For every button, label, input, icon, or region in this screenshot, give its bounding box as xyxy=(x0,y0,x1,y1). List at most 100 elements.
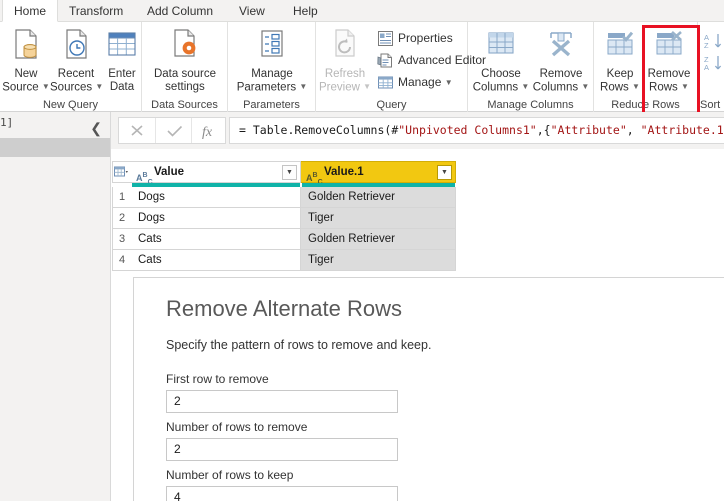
remove-rows-label-2: Rows xyxy=(649,80,678,93)
formula-arg-3: "Attribute.1" xyxy=(640,123,724,137)
properties-icon xyxy=(377,30,394,47)
tab-home-label: Home xyxy=(14,4,47,18)
group-label-query: Query xyxy=(376,99,407,111)
dialog-title: Remove Alternate Rows xyxy=(166,296,402,321)
chevron-down-icon[interactable]: ▼ xyxy=(681,81,689,94)
column-header-value1[interactable]: ABC Value.1 ▼ xyxy=(301,161,456,186)
remove-columns-button[interactable]: Remove Columns ▼ xyxy=(530,24,592,93)
manage-parameters-button[interactable]: Manage Parameters ▼ xyxy=(230,24,314,93)
tab-help[interactable]: Help xyxy=(282,0,329,22)
formula-input[interactable]: = Table.RemoveColumns(#"Unpivoted Column… xyxy=(229,117,724,144)
sort-descending-icon: Z A xyxy=(704,54,722,72)
row-number: 3 xyxy=(112,229,131,250)
properties-label: Properties xyxy=(398,31,453,45)
svg-text:Z: Z xyxy=(704,41,709,50)
first-row-to-remove-label: First row to remove xyxy=(166,372,269,386)
group-label-parameters: Parameters xyxy=(243,99,300,111)
group-label-manage-columns: Manage Columns xyxy=(487,99,574,111)
formula-arg-1: "Unpivoted Columns1" xyxy=(398,123,537,137)
keep-rows-button[interactable]: Keep Rows ▼ xyxy=(598,24,642,93)
choose-columns-label-2: Columns xyxy=(472,80,519,93)
number-of-rows-to-remove-input[interactable]: 2 xyxy=(166,438,398,461)
manage-parameters-label-2: Parameters xyxy=(236,80,297,93)
column-filter-dropdown-value[interactable]: ▼ xyxy=(282,165,297,180)
formula-prefix: = Table.RemoveColumns(# xyxy=(239,123,399,137)
remove-rows-icon xyxy=(642,27,696,66)
new-source-button[interactable]: New Source ▼ xyxy=(2,24,50,93)
cell-value1[interactable]: Tiger xyxy=(301,208,456,229)
enter-data-button[interactable]: Enter Data xyxy=(102,24,142,93)
ribbon-group-query: Refresh Preview ▼ Properties Advanced Ed… xyxy=(316,22,486,112)
keep-rows-label-1: Keep xyxy=(606,68,634,80)
queries-pane-selected-item[interactable] xyxy=(0,138,110,157)
chevron-down-icon[interactable]: ▼ xyxy=(42,81,50,94)
tab-home[interactable]: Home xyxy=(2,0,58,22)
group-label-reduce-rows: Reduce Rows xyxy=(611,99,680,111)
select-all-table-icon[interactable] xyxy=(112,161,131,183)
enter-data-label-2: Data xyxy=(109,80,135,93)
choose-columns-icon xyxy=(472,27,530,66)
column-filter-dropdown-value1[interactable]: ▼ xyxy=(437,165,452,180)
queries-pane: 1] ❮ xyxy=(0,112,111,501)
choose-columns-label-1: Choose xyxy=(481,68,521,80)
chevron-down-icon[interactable]: ▼ xyxy=(445,74,453,91)
recent-sources-button[interactable]: Recent Sources ▼ xyxy=(50,24,103,93)
properties-button[interactable]: Properties xyxy=(377,28,465,49)
chevron-down-icon[interactable]: ▼ xyxy=(632,81,640,94)
column-header-value[interactable]: ABC Value ▼ xyxy=(131,161,301,186)
new-source-icon xyxy=(2,27,50,66)
number-of-rows-to-keep-input[interactable]: 4 xyxy=(166,486,398,501)
chevron-down-icon[interactable]: ▼ xyxy=(363,81,371,94)
ribbon-group-manage-columns: Choose Columns ▼ Remove Columns ▼ Manage… xyxy=(468,22,594,112)
tab-view[interactable]: View xyxy=(228,0,276,22)
cell-value[interactable]: Dogs xyxy=(131,187,301,208)
cell-value[interactable]: Dogs xyxy=(131,208,301,229)
number-of-rows-to-keep-label: Number of rows to keep xyxy=(166,468,294,482)
recent-sources-label-2: Sources xyxy=(50,80,93,93)
choose-columns-button[interactable]: Choose Columns ▼ xyxy=(472,24,530,93)
cell-value[interactable]: Cats xyxy=(131,229,301,250)
formula-cancel-button[interactable] xyxy=(119,118,155,143)
manage-button[interactable]: Manage ▼ xyxy=(377,72,457,93)
remove-rows-button[interactable]: Remove Rows ▼ xyxy=(642,24,696,93)
abc-text-type-icon: ABC xyxy=(136,172,153,186)
advanced-editor-icon xyxy=(377,52,394,69)
refresh-preview-button[interactable]: Refresh Preview ▼ xyxy=(319,24,371,93)
column-header-value-label: Value xyxy=(154,166,185,178)
tab-help-label: Help xyxy=(293,4,318,18)
chevron-down-icon[interactable]: ▼ xyxy=(521,81,529,94)
tab-transform[interactable]: Transform xyxy=(58,0,134,22)
group-label-sort: Sort xyxy=(700,99,721,111)
svg-text:A: A xyxy=(704,63,709,72)
formula-fx-button[interactable]: fx xyxy=(191,118,227,143)
cell-value1[interactable]: Golden Retriever xyxy=(301,229,456,250)
data-source-settings-label-1: Data source xyxy=(153,68,216,80)
ribbon-tabstrip: Home Transform Add Column View Help xyxy=(0,0,724,22)
formula-accept-button[interactable] xyxy=(155,118,191,143)
ribbon-group-new-query: New Source ▼ Recent Sources ▼ Enter Data… xyxy=(0,22,142,112)
refresh-preview-icon xyxy=(319,27,371,66)
cell-value1[interactable]: Golden Retriever xyxy=(301,187,456,208)
tab-add-column[interactable]: Add Column xyxy=(136,0,224,22)
data-source-settings-button[interactable]: Data source settings xyxy=(145,24,225,93)
group-label-data-sources: Data Sources xyxy=(151,99,218,111)
new-source-label-2: Source xyxy=(2,80,39,93)
cell-value[interactable]: Cats xyxy=(131,250,301,271)
chevron-down-icon[interactable]: ▼ xyxy=(581,81,589,94)
keep-rows-label-2: Rows xyxy=(600,80,629,93)
refresh-preview-label-1: Refresh xyxy=(324,68,366,80)
number-of-rows-to-remove-label: Number of rows to remove xyxy=(166,420,308,434)
cell-value1[interactable]: Tiger xyxy=(301,250,456,271)
chevron-left-icon[interactable]: ❮ xyxy=(90,120,102,137)
tab-transform-label: Transform xyxy=(69,4,124,18)
sort-descending-button[interactable]: Z A xyxy=(704,52,724,73)
sort-ascending-button[interactable]: A Z xyxy=(704,30,724,51)
tab-add-column-label: Add Column xyxy=(147,4,214,18)
dialog-subtitle: Specify the pattern of rows to remove an… xyxy=(166,338,432,352)
first-row-to-remove-input[interactable]: 2 xyxy=(166,390,398,413)
data-source-settings-icon xyxy=(145,27,225,66)
remove-rows-label-1: Remove xyxy=(647,68,691,80)
row-number: 4 xyxy=(112,250,131,271)
chevron-down-icon[interactable]: ▼ xyxy=(299,81,307,94)
manage-icon xyxy=(377,74,394,91)
